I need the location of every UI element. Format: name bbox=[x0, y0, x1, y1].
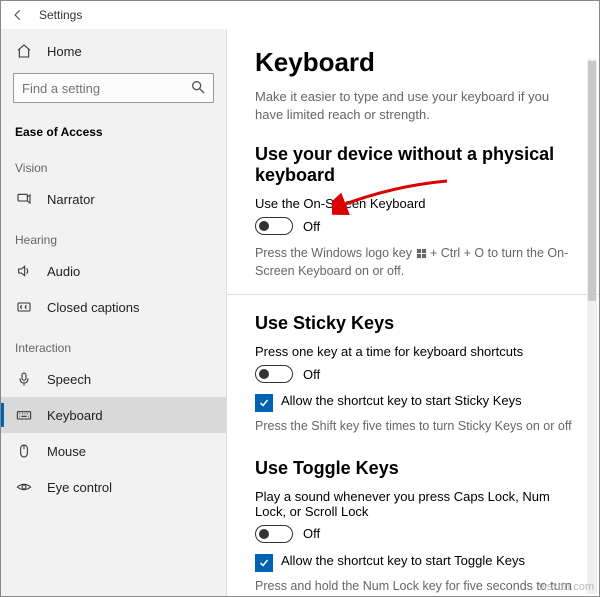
section-sticky-heading: Use Sticky Keys bbox=[255, 313, 577, 334]
osk-toggle-label: Use the On-Screen Keyboard bbox=[255, 196, 577, 211]
osk-toggle-state: Off bbox=[303, 219, 320, 234]
nav-narrator[interactable]: Narrator bbox=[1, 181, 226, 217]
group-hearing: Hearing bbox=[1, 217, 226, 253]
windows-logo-icon bbox=[416, 248, 427, 259]
closed-captions-icon bbox=[15, 298, 33, 316]
nav-home-label: Home bbox=[47, 44, 82, 59]
group-ease-of-access: Ease of Access bbox=[1, 111, 226, 145]
togglekeys-toggle-label: Play a sound whenever you press Caps Loc… bbox=[255, 489, 577, 519]
nav-keyboard-label: Keyboard bbox=[47, 408, 103, 423]
nav-narrator-label: Narrator bbox=[47, 192, 95, 207]
page-subtitle: Make it easier to type and use your keyb… bbox=[255, 88, 577, 124]
togglekeys-shortcut-label: Allow the shortcut key to start Toggle K… bbox=[281, 553, 525, 568]
sticky-shortcut-checkbox[interactable] bbox=[255, 394, 273, 412]
content-area: Keyboard Make it easier to type and use … bbox=[227, 29, 599, 596]
nav-closed-captions-label: Closed captions bbox=[47, 300, 140, 315]
search-input[interactable] bbox=[13, 73, 214, 103]
watermark: wsxdn.com bbox=[539, 581, 594, 593]
search-box[interactable] bbox=[13, 73, 214, 103]
window-title: Settings bbox=[39, 8, 82, 22]
audio-icon bbox=[15, 262, 33, 280]
nav-eye-control-label: Eye control bbox=[47, 480, 112, 495]
osk-hint: Press the Windows logo key + Ctrl + O to… bbox=[255, 245, 577, 280]
togglekeys-shortcut-hint: Press and hold the Num Lock key for five… bbox=[255, 578, 577, 596]
eye-icon bbox=[15, 478, 33, 496]
togglekeys-toggle[interactable] bbox=[255, 525, 293, 543]
sidebar: Home Ease of Access Vision Narrator Hear… bbox=[1, 29, 227, 596]
section-physical-keyboard-heading: Use your device without a physical keybo… bbox=[255, 144, 577, 186]
togglekeys-shortcut-checkbox[interactable] bbox=[255, 554, 273, 572]
nav-speech[interactable]: Speech bbox=[1, 361, 226, 397]
narrator-icon bbox=[15, 190, 33, 208]
arrow-left-icon bbox=[11, 8, 25, 22]
check-icon bbox=[258, 557, 270, 569]
scrollbar[interactable] bbox=[587, 59, 597, 594]
scrollbar-thumb[interactable] bbox=[588, 61, 596, 301]
nav-eye-control[interactable]: Eye control bbox=[1, 469, 226, 505]
sticky-toggle[interactable] bbox=[255, 365, 293, 383]
home-icon bbox=[15, 42, 33, 60]
page-title: Keyboard bbox=[255, 47, 577, 78]
search-icon bbox=[190, 79, 206, 95]
sticky-toggle-label: Press one key at a time for keyboard sho… bbox=[255, 344, 577, 359]
microphone-icon bbox=[15, 370, 33, 388]
nav-audio[interactable]: Audio bbox=[1, 253, 226, 289]
group-vision: Vision bbox=[1, 145, 226, 181]
nav-speech-label: Speech bbox=[47, 372, 91, 387]
nav-keyboard[interactable]: Keyboard bbox=[1, 397, 226, 433]
group-interaction: Interaction bbox=[1, 325, 226, 361]
keyboard-icon bbox=[15, 406, 33, 424]
nav-mouse-label: Mouse bbox=[47, 444, 86, 459]
back-button[interactable] bbox=[7, 4, 29, 26]
nav-home[interactable]: Home bbox=[1, 33, 226, 69]
nav-closed-captions[interactable]: Closed captions bbox=[1, 289, 226, 325]
sticky-shortcut-label: Allow the shortcut key to start Sticky K… bbox=[281, 393, 522, 408]
sticky-shortcut-hint: Press the Shift key five times to turn S… bbox=[255, 418, 577, 436]
mouse-icon bbox=[15, 442, 33, 460]
divider bbox=[227, 294, 599, 295]
section-toggle-heading: Use Toggle Keys bbox=[255, 458, 577, 479]
togglekeys-toggle-state: Off bbox=[303, 526, 320, 541]
check-icon bbox=[258, 397, 270, 409]
nav-audio-label: Audio bbox=[47, 264, 80, 279]
osk-toggle[interactable] bbox=[255, 217, 293, 235]
sticky-toggle-state: Off bbox=[303, 367, 320, 382]
nav-mouse[interactable]: Mouse bbox=[1, 433, 226, 469]
